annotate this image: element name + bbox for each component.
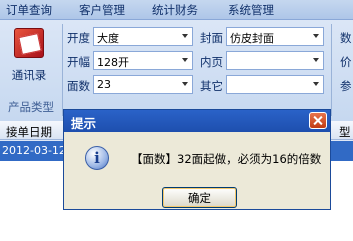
ribbon-separator [62, 24, 63, 116]
neiye-select[interactable] [226, 51, 324, 70]
partial-label-2: 价 [340, 55, 352, 69]
mianshu-label: 面数 [67, 79, 90, 93]
ribbon-separator [331, 24, 332, 116]
chevron-down-icon [182, 82, 188, 86]
dialog-title-bar[interactable]: 提示 [64, 110, 330, 132]
kaidu-label: 开度 [67, 31, 90, 45]
qita-label: 其它 [200, 79, 223, 93]
qita-select[interactable] [226, 75, 324, 94]
column-header-type[interactable]: 型 [339, 124, 351, 140]
mianshu-value: 23 [97, 78, 111, 91]
kaidu-value: 大度 [97, 32, 119, 45]
chevron-down-icon [182, 34, 188, 38]
dialog-title: 提示 [71, 116, 97, 131]
info-icon: i [85, 146, 109, 170]
ok-button[interactable]: 确定 [162, 187, 237, 208]
menu-bar: 订单查询 客户管理 统计财务 系统管理 [0, 0, 353, 20]
kaifu-label: 开幅 [67, 55, 90, 69]
kaifu-select[interactable]: 128开 [93, 51, 193, 70]
close-icon[interactable] [309, 112, 327, 129]
kaifu-value: 128开 [97, 56, 129, 69]
fengmian-label: 封面 [200, 31, 223, 45]
fengmian-value: 仿皮封面 [230, 32, 274, 45]
ribbon-panel: 通讯录 产品类型 开度 大度 开幅 128开 面数 23 封面 仿皮封面 内页 … [0, 20, 353, 121]
fengmian-select[interactable]: 仿皮封面 [226, 27, 324, 46]
chevron-down-icon [313, 34, 319, 38]
menu-customer-management[interactable]: 客户管理 [79, 2, 125, 18]
menu-order-query[interactable]: 订单查询 [6, 2, 52, 18]
menu-system-management[interactable]: 系统管理 [228, 2, 274, 18]
dialog-message: 【面数】32面起做，必须为16的倍数 [131, 152, 322, 166]
neiye-label: 内页 [200, 55, 223, 69]
chevron-down-icon [313, 82, 319, 86]
product-type-group-label: 产品类型 [8, 100, 54, 114]
partial-label-1: 数 [340, 31, 352, 45]
chevron-down-icon [182, 58, 188, 62]
kaidu-select[interactable]: 大度 [93, 27, 193, 46]
column-header-order-date[interactable]: 接单日期 [6, 124, 52, 140]
chevron-down-icon [313, 58, 319, 62]
partial-label-3: 参 [340, 79, 352, 93]
mianshu-select[interactable]: 23 [93, 75, 193, 94]
alert-dialog: 提示 i 【面数】32面起做，必须为16的倍数 确定 [63, 109, 331, 210]
menu-statistics-finance[interactable]: 统计财务 [152, 2, 198, 18]
address-book-icon [14, 28, 44, 58]
address-book-label: 通讯录 [11, 68, 47, 82]
address-book-button[interactable]: 通讯录 [3, 24, 55, 102]
row-order-date: 2012-03-12 [2, 144, 66, 157]
